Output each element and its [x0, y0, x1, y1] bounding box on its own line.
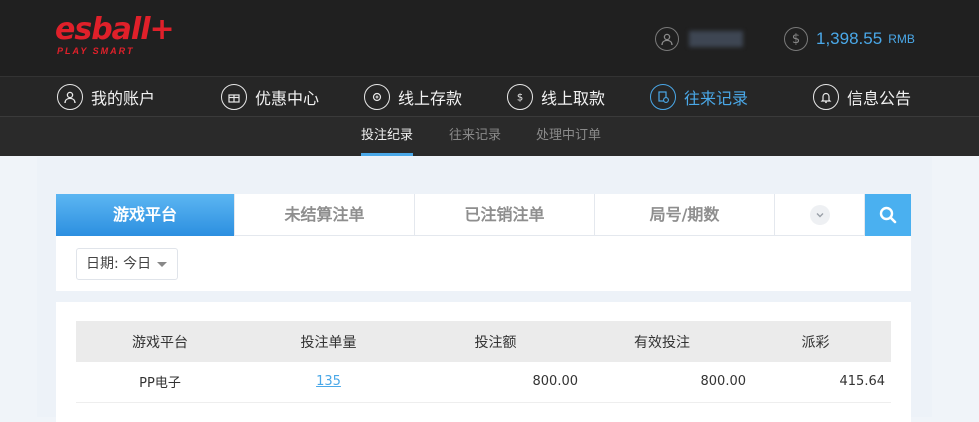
- nav-announcements[interactable]: 信息公告: [813, 83, 911, 111]
- nav-label: 优惠中心: [255, 89, 320, 108]
- nav-label: 线上取款: [541, 89, 606, 108]
- balance-value: 1,398.55: [816, 29, 883, 48]
- nav-my-account[interactable]: 我的账户: [57, 83, 155, 111]
- col-header-valid: 有效投注: [578, 321, 746, 362]
- records-icon: [650, 84, 676, 110]
- filter-tabs: 游戏平台 未结算注单 已注销注单 局号/期数: [56, 194, 911, 236]
- search-icon: [879, 206, 897, 224]
- user-icon: [57, 84, 83, 110]
- cell-payout: 415.64: [746, 362, 891, 403]
- nav-records[interactable]: 往来记录: [650, 83, 748, 111]
- table-header-row: 游戏平台 投注单量 投注额 有效投注 派彩: [76, 321, 891, 362]
- deposit-icon: [364, 84, 390, 110]
- col-header-count: 投注单量: [244, 321, 413, 362]
- filter-panel: 游戏平台 未结算注单 已注销注单 局号/期数 日期: 今日: [56, 194, 911, 291]
- cell-platform: PP电子: [76, 362, 244, 403]
- nav-label: 线上存款: [398, 89, 463, 108]
- username-blurred: [689, 31, 743, 47]
- col-header-platform: 游戏平台: [76, 321, 244, 362]
- results-table: 游戏平台 投注单量 投注额 有效投注 派彩 PP电子 135 800.00 80…: [76, 321, 891, 403]
- bell-icon: [813, 84, 839, 110]
- top-header: esball+ PLAY SMART $ 1,398.55 RMB: [0, 0, 979, 76]
- logo-tagline: PLAY SMART: [57, 46, 135, 56]
- date-select-value: 日期: 今日: [86, 256, 152, 272]
- cell-valid: 800.00: [578, 362, 746, 403]
- svg-text:$: $: [517, 93, 523, 104]
- col-header-payout: 派彩: [746, 321, 891, 362]
- subnav-transaction-records[interactable]: 往来记录: [449, 117, 501, 155]
- balance-display: $ 1,398.55 RMB: [784, 27, 915, 51]
- logo-text: esball+: [55, 12, 175, 47]
- tab-more[interactable]: [775, 194, 865, 236]
- nav-label: 我的账户: [91, 89, 156, 108]
- tab-cancelled[interactable]: 已注销注单: [415, 194, 595, 236]
- bet-count-link[interactable]: 135: [316, 374, 341, 389]
- caret-down-icon: [157, 262, 167, 267]
- nav-deposit[interactable]: 线上存款: [364, 83, 462, 111]
- sub-nav: 投注纪录 往来记录 处理中订单: [0, 116, 979, 156]
- subnav-pending-orders[interactable]: 处理中订单: [536, 117, 601, 155]
- user-info[interactable]: [655, 27, 743, 51]
- nav-promotions[interactable]: 优惠中心: [221, 83, 319, 111]
- tab-unsettled[interactable]: 未结算注单: [235, 194, 415, 236]
- gift-icon: [221, 84, 247, 110]
- main-content: 游戏平台 未结算注单 已注销注单 局号/期数 日期: 今日 游戏平台 投注单量: [37, 157, 932, 422]
- chevron-down-icon: [809, 205, 830, 225]
- col-header-amount: 投注额: [413, 321, 578, 362]
- nav-label: 信息公告: [847, 89, 912, 108]
- table-row: PP电子 135 800.00 800.00 415.64: [76, 362, 891, 403]
- cell-amount: 800.00: [413, 362, 578, 403]
- tab-game-platform[interactable]: 游戏平台: [56, 194, 235, 236]
- esball-logo[interactable]: esball+ PLAY SMART: [55, 12, 175, 57]
- tab-round-number[interactable]: 局号/期数: [595, 194, 775, 236]
- main-nav: 我的账户 优惠中心 线上存款 $ 线上取款 往来记录 信息公告: [0, 76, 979, 116]
- balance-currency: RMB: [888, 32, 915, 46]
- cell-count: 135: [244, 362, 413, 403]
- search-button[interactable]: [865, 194, 911, 236]
- subnav-bet-records[interactable]: 投注纪录: [361, 117, 414, 156]
- withdraw-icon: $: [507, 84, 533, 110]
- dollar-icon: $: [784, 27, 808, 51]
- user-icon: [655, 27, 679, 51]
- date-select[interactable]: 日期: 今日: [76, 248, 178, 280]
- results-panel: 游戏平台 投注单量 投注额 有效投注 派彩 PP电子 135 800.00 80…: [56, 302, 911, 422]
- nav-label: 往来记录: [684, 89, 749, 108]
- nav-withdraw[interactable]: $ 线上取款: [507, 83, 605, 111]
